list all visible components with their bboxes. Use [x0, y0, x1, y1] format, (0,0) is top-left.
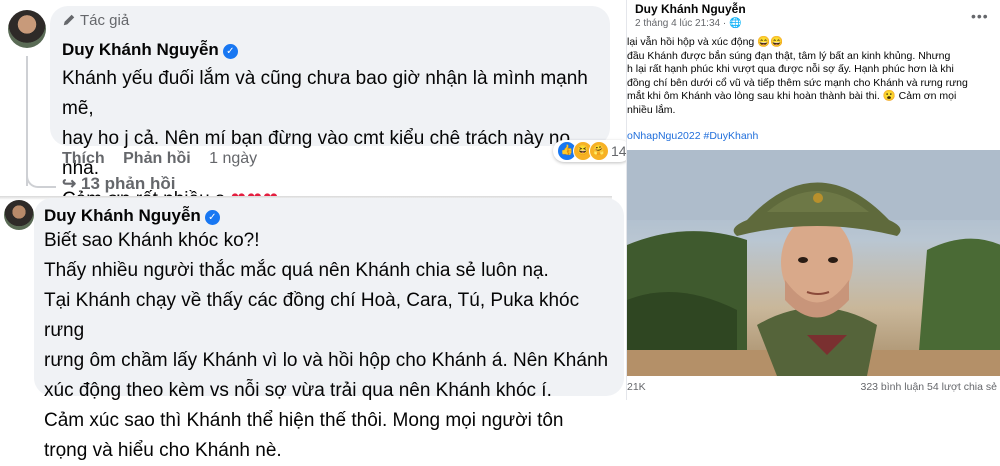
post-hashtags[interactable]: oNhapNgu2022 #DuyKhanh — [627, 130, 758, 142]
comments-shares-count[interactable]: 323 bình luận 54 lượt chia sẻ — [860, 381, 997, 393]
post-meta: 2 tháng 4 lúc 21:34 · 🌐 — [635, 18, 741, 29]
verified-badge-icon: ✓ — [204, 210, 220, 225]
care-reaction-icon: 🤗 — [589, 141, 609, 161]
post-author[interactable]: Duy Khánh Nguyễn — [635, 2, 746, 16]
soldier-photo — [627, 150, 1000, 376]
comment-text: Biết sao Khánh khóc ko?! Thấy nhiều ngườ… — [44, 230, 609, 461]
pen-icon — [63, 14, 75, 26]
author-badge: Tác giả — [62, 12, 129, 29]
reply-arrow-icon: ↪ — [62, 174, 77, 193]
post-time[interactable]: 2 tháng 4 lúc 21:34 · — [635, 18, 726, 29]
post-photo[interactable] — [627, 150, 1000, 376]
comment-time[interactable]: 1 ngày — [209, 150, 257, 167]
reaction-summary[interactable]: 👍 😆 🤗 14 — [553, 140, 631, 162]
avatar[interactable] — [4, 200, 34, 230]
reply-button[interactable]: Phản hồi — [123, 150, 191, 167]
view-replies-button[interactable]: ↪ 13 phản hồi — [62, 174, 175, 194]
verified-badge-icon: ✓ — [222, 44, 238, 59]
comment-author[interactable]: Duy Khánh Nguyễn — [62, 40, 219, 59]
thread-line — [26, 56, 28, 186]
reaction-count: 14 — [611, 143, 627, 159]
replies-label: 13 phản hồi — [80, 174, 176, 193]
comment-actions: Thích Phản hồi 1 ngày — [62, 150, 271, 168]
globe-icon: 🌐 — [728, 18, 742, 29]
post-stats: 21K 323 bình luận 54 lượt chia sẻ — [627, 381, 997, 393]
avatar[interactable] — [8, 10, 46, 48]
like-button[interactable]: Thích — [62, 150, 105, 167]
author-tag-label: Tác giả — [80, 12, 130, 29]
comment-author[interactable]: Duy Khánh Nguyễn — [44, 206, 201, 225]
more-dots-icon[interactable]: ••• — [971, 8, 989, 24]
post-text: lại vẫn hồi hộp và xúc động 😄😄 đầu Khánh… — [627, 36, 968, 116]
thread-connector — [26, 168, 56, 188]
facebook-post: Duy Khánh Nguyễn 2 tháng 4 lúc 21:34 · 🌐… — [626, 0, 1000, 400]
like-count[interactable]: 21K — [627, 381, 646, 393]
